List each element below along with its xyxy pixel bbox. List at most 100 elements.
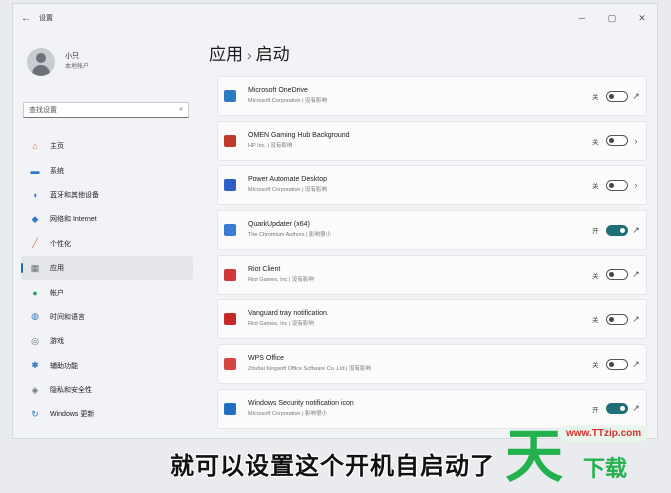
video-caption: 就可以设置这个开机自启动了	[170, 453, 495, 480]
sidebar-item[interactable]: ✱ 辅助功能	[21, 354, 193, 378]
startup-app-row: Power Automate Desktop Microsoft Corporat…	[217, 165, 647, 206]
sidebar-item[interactable]: ◆ 网络和 Internet	[21, 207, 193, 231]
open-external-icon[interactable]: ↗	[628, 359, 644, 370]
app-icon	[224, 224, 236, 237]
accessibility-icon: ✱	[31, 360, 39, 371]
update-icon: ↻	[31, 408, 39, 419]
sidebar-item[interactable]: ↻ Windows 更新	[21, 402, 193, 426]
app-publisher-impact: Microsoft Corporation | 没有影响	[248, 98, 328, 104]
sidebar-item[interactable]: ⌂ 主页	[21, 134, 193, 158]
sidebar-item[interactable]: ◍ 时间和语言	[21, 305, 193, 329]
app-icon	[224, 313, 236, 326]
open-external-icon[interactable]: ↗	[628, 269, 644, 280]
app-name: WPS Office	[248, 355, 285, 363]
app-name: OMEN Gaming Hub Background	[248, 131, 350, 139]
startup-app-row: Riot Client Riot Games, Inc | 没有影响 关 ↗	[217, 254, 647, 295]
sidebar-item-label: 主页	[50, 143, 64, 151]
breadcrumb-separator: ›	[247, 47, 252, 63]
bluetooth-icon: ◖	[32, 189, 38, 200]
title-bar: ← 设置 ─ ▢ ✕	[13, 4, 657, 32]
user-profile[interactable]: 小只 本地帐户	[13, 32, 203, 82]
app-name: Riot Client	[248, 265, 281, 273]
sidebar-item-label: 帐户	[50, 289, 64, 297]
maximize-button[interactable]: ▢	[597, 13, 627, 24]
toggle-state-label: 开	[592, 406, 599, 414]
account-type: 本地帐户	[65, 64, 90, 70]
startup-app-row: Vanguard tray notification. Riot Games, I…	[217, 299, 647, 340]
sidebar-item[interactable]: ◈ 隐私和安全性	[21, 378, 193, 402]
startup-toggle[interactable]	[606, 313, 628, 325]
startup-app-list: Microsoft OneDrive Microsoft Corporation …	[217, 76, 647, 434]
toggle-state-label: 开	[592, 228, 599, 236]
toggle-state-label: 关	[592, 183, 599, 191]
sidebar-item-label: 网络和 Internet	[50, 216, 97, 224]
sidebar-item-label: 蓝牙和其他设备	[50, 191, 99, 199]
brush-icon: ╱	[32, 238, 38, 249]
user-name: 小只	[65, 53, 79, 60]
startup-app-row: Microsoft OneDrive Microsoft Corporation …	[217, 76, 647, 116]
settings-window: ← 设置 ─ ▢ ✕ 小只 本地帐户 查找设置 ⌕ ⌂ 主页 ▬ 系统 ◖ 蓝牙和其他设备…	[12, 3, 658, 439]
window-title: 设置	[39, 15, 53, 22]
sidebar-item[interactable]: ▦ 应用	[21, 255, 193, 281]
startup-toggle[interactable]	[606, 135, 628, 147]
watermark-text: 下载	[583, 456, 628, 481]
breadcrumb: 应用 › 启动	[209, 40, 657, 64]
sidebar-item[interactable]: ◖ 蓝牙和其他设备	[21, 183, 193, 207]
gamepad-icon: ◎	[31, 335, 39, 346]
open-external-icon[interactable]: ↗	[628, 91, 644, 102]
startup-toggle[interactable]	[606, 224, 628, 236]
shield-icon: ◈	[31, 384, 39, 395]
search-input[interactable]: 查找设置 ⌕	[23, 102, 189, 118]
sidebar-item[interactable]: ● 帐户	[21, 280, 193, 304]
app-publisher-impact: HP Inc. | 没有影响	[248, 142, 293, 149]
app-icon	[224, 402, 236, 415]
page-title: 启动	[255, 45, 290, 64]
apps-icon: ▦	[30, 262, 40, 273]
app-icon	[224, 179, 236, 192]
open-external-icon[interactable]: ↗	[628, 225, 644, 236]
app-name: Microsoft OneDrive	[248, 87, 308, 94]
home-icon: ⌂	[32, 141, 38, 152]
chevron-right-icon[interactable]: ›	[628, 136, 644, 146]
toggle-state-label: 关	[592, 317, 599, 325]
minimize-button[interactable]: ─	[567, 13, 597, 23]
startup-toggle[interactable]	[606, 269, 628, 281]
display-icon: ▬	[30, 165, 40, 176]
startup-toggle[interactable]	[606, 179, 628, 191]
sidebar-nav: ⌂ 主页 ▬ 系统 ◖ 蓝牙和其他设备 ◆ 网络和 Internet ╱ 个性化 ▦ 应用 ● 帐户 ◍ 时间…	[13, 134, 203, 427]
app-icon	[224, 134, 236, 147]
main-content: 应用 › 启动 Microsoft OneDrive Microsoft Corpor…	[209, 32, 657, 438]
watermark-logo: 天 www.TTzip.com 下载	[505, 415, 671, 489]
sidebar: 小只 本地帐户 查找设置 ⌕ ⌂ 主页 ▬ 系统 ◖ 蓝牙和其他设备 ◆ 网络和 Intern…	[13, 32, 203, 438]
app-publisher-impact: Riot Games, Inc | 没有影响	[248, 276, 314, 283]
sidebar-item[interactable]: ╱ 个性化	[21, 232, 193, 256]
sidebar-item[interactable]: ▬ 系统	[21, 158, 193, 182]
app-name: Vanguard tray notification.	[248, 310, 329, 318]
toggle-state-label: 关	[592, 362, 599, 370]
app-icon	[224, 268, 236, 281]
sidebar-item-label: 应用	[50, 265, 64, 273]
startup-app-row: OMEN Gaming Hub Background HP Inc. | 没有影响…	[217, 120, 647, 161]
open-external-icon[interactable]: ↗	[628, 403, 644, 414]
globe-icon: ◍	[31, 311, 39, 322]
search-placeholder: 查找设置	[29, 107, 57, 114]
avatar	[27, 48, 55, 76]
sidebar-item-label: 隐私和安全性	[50, 387, 92, 395]
startup-toggle[interactable]	[606, 403, 628, 415]
app-publisher-impact: The Chromium Authors | 影响很小	[248, 232, 332, 239]
close-button[interactable]: ✕	[627, 13, 657, 24]
startup-toggle[interactable]	[606, 90, 628, 102]
open-external-icon[interactable]: ↗	[628, 314, 644, 325]
toggle-state-label: 关	[592, 138, 599, 146]
app-publisher-impact: Microsoft Corporation | 没有影响	[248, 187, 328, 194]
breadcrumb-parent[interactable]: 应用	[209, 45, 243, 64]
toggle-state-label: 关	[592, 272, 599, 280]
sidebar-item-label: 个性化	[50, 240, 71, 248]
sidebar-item-label: Windows 更新	[50, 411, 95, 419]
chevron-right-icon[interactable]: ›	[628, 180, 644, 190]
back-arrow-icon[interactable]: ←	[13, 13, 39, 24]
sidebar-item[interactable]: ◎ 游戏	[21, 329, 193, 353]
toggle-state-label: 关	[592, 94, 599, 101]
startup-toggle[interactable]	[606, 358, 628, 370]
person-icon: ●	[32, 287, 38, 298]
